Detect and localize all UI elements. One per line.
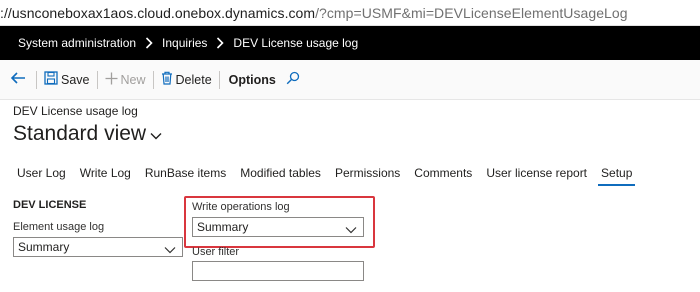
- browser-address-bar[interactable]: ://usnconeboxax1aos.cloud.onebox.dynamic…: [0, 0, 700, 26]
- user-filter-input[interactable]: [192, 261, 364, 281]
- view-title: Standard view: [13, 122, 147, 145]
- view-selector[interactable]: Standard view: [13, 122, 162, 146]
- back-button[interactable]: [6, 60, 33, 100]
- chevron-right-icon: [145, 37, 153, 49]
- delete-button[interactable]: Delete: [157, 60, 216, 100]
- plus-icon: [105, 72, 121, 88]
- tab-user-log[interactable]: User Log: [10, 160, 73, 186]
- chevron-down-icon: [146, 122, 162, 146]
- breadcrumb-item-dev-license-usage-log[interactable]: DEV License usage log: [233, 36, 358, 50]
- new-label: New: [120, 72, 146, 87]
- tab-runbase-items[interactable]: RunBase items: [138, 160, 233, 186]
- address-url[interactable]: ://usnconeboxax1aos.cloud.onebox.dynamic…: [0, 5, 628, 21]
- element-usage-log-label: Element usage log: [13, 221, 105, 233]
- back-arrow-icon: [10, 71, 29, 88]
- tab-setup[interactable]: Setup: [594, 160, 639, 186]
- url-path: /?cmp=USMF&mi=DEVLicenseElementUsageLog: [315, 4, 628, 21]
- options-button[interactable]: Options: [223, 60, 282, 100]
- delete-label: Delete: [175, 72, 212, 87]
- highlight-box: [184, 196, 375, 248]
- page-caption: DEV License usage log: [13, 104, 138, 118]
- save-button[interactable]: Save: [40, 60, 94, 100]
- tab-write-log[interactable]: Write Log: [73, 160, 138, 186]
- group-title-dev-license: DEV LICENSE: [13, 199, 87, 211]
- new-button[interactable]: New: [101, 60, 150, 100]
- breadcrumb-item-system-administration[interactable]: System administration: [18, 36, 136, 50]
- search-button[interactable]: [282, 60, 307, 100]
- tab-user-license-report[interactable]: User license report: [479, 160, 594, 186]
- separator: [218, 70, 220, 89]
- tab-modified-tables[interactable]: Modified tables: [233, 160, 328, 186]
- separator: [36, 70, 37, 89]
- action-pane: Save New Delete Options: [0, 60, 700, 100]
- save-label: Save: [61, 72, 90, 87]
- element-usage-log-select[interactable]: Summary: [13, 237, 183, 257]
- separator: [96, 70, 98, 89]
- element-usage-log-value: Summary: [18, 240, 70, 254]
- breadcrumb: System administration Inquiries DEV Lice…: [0, 26, 700, 60]
- chevron-right-icon: [216, 37, 225, 49]
- trash-icon: [161, 71, 176, 88]
- separator: [152, 70, 154, 89]
- tab-strip: User Log Write Log RunBase items Modifie…: [10, 160, 639, 186]
- tab-comments[interactable]: Comments: [407, 160, 479, 186]
- options-label: Options: [228, 72, 276, 87]
- tab-permissions[interactable]: Permissions: [328, 160, 407, 186]
- save-icon: [44, 71, 61, 88]
- chevron-down-icon: [164, 243, 176, 257]
- breadcrumb-item-inquiries[interactable]: Inquiries: [162, 36, 207, 50]
- user-filter-label: User filter: [192, 246, 240, 258]
- url-host: ://usnconeboxax1aos.cloud.onebox.dynamic…: [0, 4, 316, 21]
- search-icon: [286, 71, 303, 88]
